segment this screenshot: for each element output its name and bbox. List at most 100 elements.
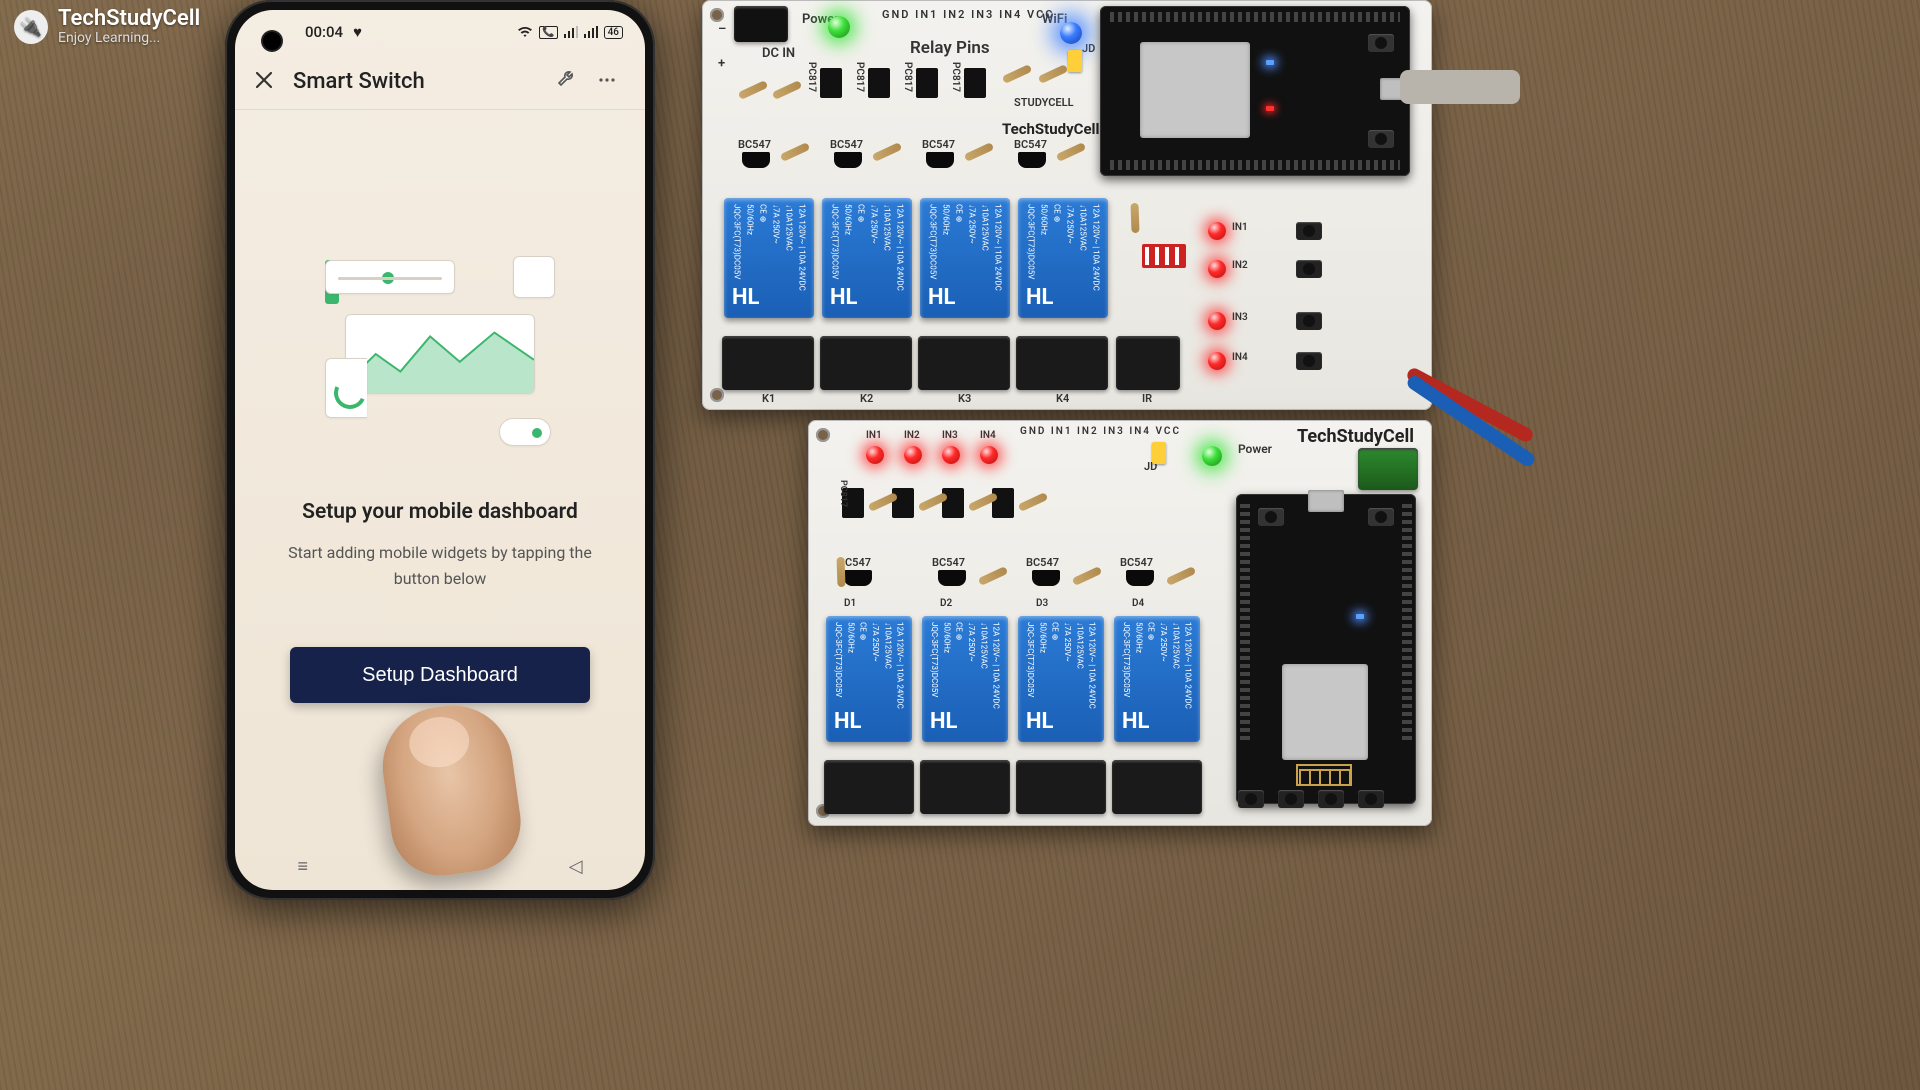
screw-terminal-b2[interactable] [920,760,1010,814]
pcb-antenna-icon [1296,764,1352,786]
close-button[interactable] [253,69,293,95]
opto-b2 [892,488,914,518]
screw-terminal-2[interactable] [820,336,912,390]
resistor [1002,64,1033,84]
silk-bcb2: BC547 [932,556,965,569]
resistor [1130,203,1139,233]
dc-barrel-jack[interactable] [734,6,788,42]
usb-cable [1400,70,1520,104]
nodemcu-flash-button[interactable] [1258,508,1284,526]
jd-jumper-b[interactable] [1152,442,1166,464]
resistor [1166,566,1197,586]
silk-in1b: IN1 [866,430,882,441]
silk-power2: Power [1238,442,1272,456]
transistor [834,152,862,168]
opto-3 [916,68,938,98]
empty-dashboard-content: Setup your mobile dashboard Start adding… [235,110,645,703]
relay-b3: 12A 120V~ | 10A 24VDC ↓10A125VAC ↓7A 250… [1018,616,1104,742]
opto-b4 [992,488,1014,518]
screw-terminal-3[interactable] [918,336,1010,390]
silk-bc2: BC547 [830,138,863,151]
silk-relay-pins: Relay Pins [910,38,990,58]
esp32-en-button[interactable] [1368,34,1394,52]
nav-back-icon[interactable]: ◁ [569,856,583,877]
relay-b1: 12A 120V~ | 10A 24VDC ↓10A125VAC ↓7A 250… [826,616,912,742]
screw-terminal-b4[interactable] [1112,760,1202,814]
nodemcu-led-blue [1356,614,1364,619]
opto-b3 [942,488,964,518]
channel-title: TechStudyCell [58,8,200,30]
silk-bc3: BC547 [922,138,955,151]
resistor [964,142,995,162]
transistor [844,570,872,586]
silk-ir: IR [1142,392,1152,405]
nodemcu-rst-button[interactable] [1368,508,1394,526]
esp32-led-red [1266,106,1274,111]
in3-led-b [942,446,960,464]
settings-wrench-button[interactable] [547,69,587,95]
silk-brandlogo: STUDYCELL [1014,96,1074,109]
resistor [1056,142,1087,162]
app-bar: Smart Switch [235,54,645,110]
silk-gnd-row2: GND IN1 IN2 IN3 IN4 VCC [1020,426,1181,437]
status-time: 00:04 [305,23,343,41]
silk-pc817-2: PC817 [854,62,865,92]
tactile-button-in1[interactable] [1296,222,1322,240]
nodemcu-usb-port[interactable] [1308,490,1344,512]
screw-terminal-b1[interactable] [824,760,914,814]
dip-switch[interactable] [1142,244,1186,268]
empty-headline: Setup your mobile dashboard [302,500,578,524]
tactile-button-in4[interactable] [1296,352,1322,370]
silk-in3: IN3 [1232,312,1248,323]
silk-gnd-row: GND IN1 IN2 IN3 IN4 VCC [882,8,1055,21]
power-led-b [1202,446,1222,466]
nav-recent-icon[interactable]: ≡ [297,856,308,877]
transistor [1126,570,1154,586]
wifi-icon [517,26,533,38]
relay-board-esp32: – + DC-M DC IN Power GND IN1 IN2 IN3 IN4… [702,0,1432,410]
resistor [772,80,803,100]
screw-terminal-ir[interactable] [1116,336,1180,390]
in4-led-b [980,446,998,464]
dc-in-terminal[interactable] [1358,448,1418,490]
status-icons: 📞 46 [517,26,623,39]
screw-terminal-b3[interactable] [1016,760,1106,814]
setup-dashboard-button[interactable]: Setup Dashboard [290,647,590,703]
silk-bc4: BC547 [1014,138,1047,151]
silk-k1: K1 [762,392,775,405]
silk-bc1: BC547 [738,138,771,151]
in1-led-red [1208,222,1226,240]
in3-led-red [1208,312,1226,330]
empty-subtext: Start adding mobile widgets by tapping t… [259,540,621,591]
tactile-button-in3[interactable] [1296,312,1322,330]
esp32-boot-button[interactable] [1368,130,1394,148]
tactile-button-b2[interactable] [1278,790,1304,808]
transistor [742,152,770,168]
power-led-green [828,16,850,38]
tactile-button-b4[interactable] [1358,790,1384,808]
transistor [926,152,954,168]
screw-terminal-4[interactable] [1016,336,1108,390]
tactile-button-in2[interactable] [1296,260,1322,278]
silk-k3: K3 [958,392,971,405]
relay-3: 12A 120V~ | 10A 24VDC ↓10A125VAC ↓7A 250… [920,198,1010,318]
tactile-button-b1[interactable] [1238,790,1264,808]
silk-pc817-1: PC817 [806,62,817,92]
signal-icon [564,26,578,38]
silk-in3b: IN3 [942,430,958,441]
relay-4: 12A 120V~ | 10A 24VDC ↓10A125VAC ↓7A 250… [1018,198,1108,318]
dashboard-illustration-icon [325,260,555,440]
silk-pc: PC817 [838,480,848,507]
jd-jumper[interactable] [1068,50,1082,72]
silk-d4: D4 [1132,598,1144,609]
more-options-button[interactable] [587,69,627,95]
camera-punchhole-icon [263,32,281,50]
screw-terminal-1[interactable] [722,336,814,390]
silk-in1: IN1 [1232,222,1248,233]
resistor [1018,492,1049,512]
esp32-devkit [1100,6,1410,176]
silk-d1: D1 [844,598,856,609]
silk-in2: IN2 [1232,260,1248,271]
resistor [1038,64,1069,84]
tactile-button-b3[interactable] [1318,790,1344,808]
